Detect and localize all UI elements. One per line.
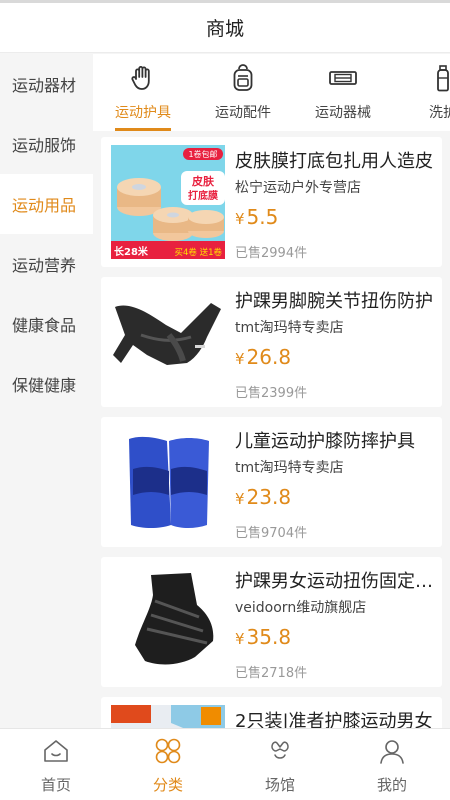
- category-sidebar: 运动器材 运动服饰 运动用品 运动营养 健康食品 保健健康: [0, 54, 93, 728]
- tab-fitness-equipment[interactable]: 运动器械: [293, 54, 393, 131]
- sidebar-item-wellness[interactable]: 保健健康: [0, 354, 93, 414]
- ankle-wrap-image: [111, 565, 225, 679]
- tab-label: 场馆: [264, 776, 295, 794]
- promo-text-top: 1卷包邮: [188, 149, 217, 159]
- promo-badge-line2: 打底膜: [188, 189, 218, 202]
- sold-count: 已售2399件: [235, 386, 308, 401]
- promo-offer: 买4卷 送1卷: [174, 247, 222, 258]
- venue-icon: [271, 741, 289, 759]
- shop-name: tmt淘玛特专卖店: [235, 460, 344, 476]
- price-value: 26.8: [246, 345, 292, 369]
- subcategory-tabs: 运动护具 运动配件 运动器械 洗: [93, 54, 450, 131]
- sidebar-item-health-food[interactable]: 健康食品: [0, 294, 93, 354]
- currency-symbol: ¥: [235, 210, 245, 228]
- sidebar-item-label: 保健健康: [12, 376, 77, 395]
- shop-name: tmt淘玛特专卖店: [235, 320, 344, 336]
- currency-symbol: ¥: [235, 630, 245, 648]
- product-price: ¥26.8: [235, 345, 291, 369]
- product-name: 儿童运动护膝防摔护具: [235, 431, 415, 452]
- shop-name: 松宁运动户外专营店: [235, 180, 361, 196]
- bottle-icon: [437, 65, 449, 92]
- price-value: 23.8: [246, 485, 292, 509]
- bottom-tab-bar: 首页 分类 场馆 我的: [0, 728, 450, 800]
- sidebar-item-label: 运动营养: [12, 256, 77, 275]
- product-name: 护踝男女运动扭伤固定护具: [235, 571, 435, 592]
- product-card[interactable]: 护踝男女运动扭伤固定护具 veidoorn维动旗舰店 ¥35.8 已售2718件: [101, 557, 442, 687]
- sidebar-item-label: 运动服饰: [12, 136, 77, 155]
- page-title: 商城: [205, 18, 244, 40]
- tab-accessories[interactable]: 运动配件: [193, 54, 293, 131]
- tab-care[interactable]: 洗护: [393, 54, 450, 131]
- sidebar-item-nutrition[interactable]: 运动营养: [0, 234, 93, 294]
- currency-symbol: ¥: [235, 490, 245, 508]
- user-icon: [380, 740, 404, 764]
- product-panel: 运动护具 运动配件 运动器械 洗 1卷包邮 皮肤 打底膜 长28米 买4卷 送1…: [93, 54, 450, 728]
- product-name: 2只装|准者护膝运动男女: [235, 711, 433, 728]
- shop-name: veidoorn维动旗舰店: [235, 600, 367, 616]
- promo-badge-line1: 皮肤: [191, 174, 215, 188]
- home-icon: [44, 740, 68, 762]
- tab-profile[interactable]: 我的: [336, 729, 448, 800]
- sidebar-item-apparel[interactable]: 运动服饰: [0, 114, 93, 174]
- sold-count: 已售2994件: [235, 246, 308, 261]
- hand-icon: [131, 66, 150, 90]
- sidebar-item-equipment[interactable]: 运动器材: [0, 54, 93, 114]
- promo-length: 长28米: [114, 245, 149, 258]
- tab-protective-gear[interactable]: 运动护具: [93, 54, 193, 131]
- product-name: 护踝男脚腕关节扭伤防护: [235, 291, 433, 312]
- active-tab-indicator: [115, 128, 171, 131]
- sold-count: 已售9704件: [235, 526, 308, 541]
- product-price: ¥23.8: [235, 485, 291, 509]
- tab-label: 运动配件: [215, 105, 271, 121]
- tab-label: 我的: [376, 776, 407, 794]
- equipment-icon: [329, 71, 357, 85]
- backpack-icon: [233, 64, 253, 91]
- sidebar-item-label: 健康食品: [12, 316, 77, 335]
- page-header: 商城: [0, 3, 450, 53]
- tab-label: 首页: [40, 776, 71, 794]
- product-price: ¥35.8: [235, 625, 291, 649]
- price-value: 5.5: [246, 205, 279, 229]
- product-price: ¥5.5: [235, 205, 278, 229]
- product-card[interactable]: 护踝男脚腕关节扭伤防护 tmt淘玛特专卖店 ¥26.8 已售2399件: [101, 277, 442, 407]
- product-name: 皮肤膜打底包扎用人造皮: [235, 151, 433, 172]
- knee-support-image: [111, 705, 225, 728]
- tab-venue[interactable]: 场馆: [224, 729, 336, 800]
- tab-category[interactable]: 分类: [112, 729, 224, 800]
- tab-label: 洗护: [429, 105, 450, 121]
- knee-pad-image: [111, 425, 225, 539]
- tab-label: 运动器械: [315, 105, 371, 121]
- category-icon: [155, 738, 181, 764]
- product-card[interactable]: 2只装|准者护膝运动男女: [101, 697, 442, 728]
- price-value: 35.8: [246, 625, 292, 649]
- product-card[interactable]: 儿童运动护膝防摔护具 tmt淘玛特专卖店 ¥23.8 已售9704件: [101, 417, 442, 547]
- sidebar-item-label: 运动用品: [12, 196, 77, 215]
- product-card[interactable]: 1卷包邮 皮肤 打底膜 长28米 买4卷 送1卷 皮肤膜打底包扎用人造皮 松宁运…: [101, 137, 442, 267]
- sold-count: 已售2718件: [235, 666, 308, 681]
- sidebar-item-supplies[interactable]: 运动用品: [0, 174, 93, 234]
- sidebar-item-label: 运动器材: [12, 76, 77, 95]
- tab-label: 运动护具: [115, 105, 171, 121]
- tab-label: 分类: [152, 776, 183, 794]
- currency-symbol: ¥: [235, 350, 245, 368]
- skin-tape-image: 1卷包邮 皮肤 打底膜 长28米 买4卷 送1卷: [111, 145, 225, 259]
- tab-home[interactable]: 首页: [0, 729, 112, 800]
- ankle-brace-image: [111, 285, 225, 399]
